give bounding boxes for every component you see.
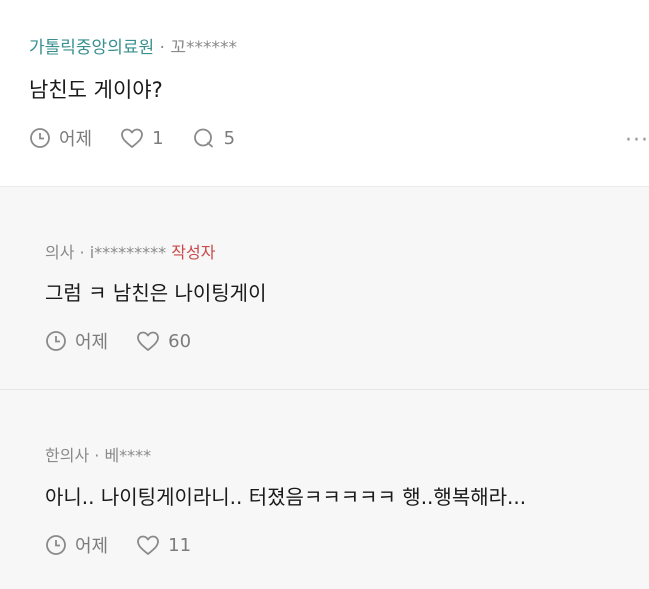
post-text: 남친도 게이야? — [29, 78, 163, 102]
more-options-button[interactable]: ··· — [625, 128, 649, 153]
heart-icon — [137, 331, 160, 351]
comment-like-button[interactable]: 60 — [136, 330, 191, 352]
comment-actions: 어제 60 — [45, 328, 219, 354]
comment-text: 그럼 ㅋ 남친은 나이팅게이 — [45, 281, 267, 305]
heart-icon — [137, 535, 160, 555]
post-company-link[interactable]: 가톨릭중앙의료원 — [29, 38, 154, 58]
clock-icon — [46, 535, 66, 555]
clock-icon — [30, 128, 50, 148]
post-like-count: 1 — [152, 127, 164, 149]
post-meta: 가톨릭중앙의료원 · 꼬****** — [29, 38, 237, 58]
post-comment-button[interactable]: 5 — [192, 127, 235, 149]
comment-author: i********* — [89, 243, 167, 262]
meta-separator: · — [94, 446, 100, 465]
comment-actions: 어제 11 — [45, 532, 219, 558]
meta-separator: · — [159, 38, 165, 58]
post-time-label: 어제 — [59, 129, 93, 150]
comment-like-count: 60 — [168, 330, 192, 352]
comment-time: 어제 — [45, 532, 108, 558]
post-author: 꼬****** — [170, 38, 237, 58]
comment-time-label: 어제 — [75, 536, 109, 557]
comment-time: 어제 — [45, 328, 108, 354]
comment: 한의사 · 베**** 아니.. 나이팅게이라니.. 터졌음ㅋㅋㅋㅋㅋ 행..행… — [0, 390, 649, 589]
meta-separator: · — [79, 243, 85, 262]
comment: 의사 · i********* 작성자 그럼 ㅋ 남친은 나이팅게이 어제 60 — [0, 187, 649, 390]
post-like-button[interactable]: 1 — [120, 127, 164, 149]
comment-company[interactable]: 한의사 — [45, 446, 89, 465]
writer-badge: 작성자 — [171, 243, 216, 262]
comment-time-label: 어제 — [75, 332, 109, 353]
comment-like-count: 11 — [168, 534, 192, 556]
comment-meta: 의사 · i********* 작성자 — [45, 243, 215, 263]
heart-icon — [121, 128, 144, 148]
comment-company[interactable]: 의사 — [45, 243, 74, 262]
comment-like-button[interactable]: 11 — [136, 534, 191, 556]
comment-meta: 한의사 · 베**** — [45, 446, 151, 466]
comment-author: 베**** — [104, 446, 152, 465]
post: 가톨릭중앙의료원 · 꼬****** 남친도 게이야? 어제 1 5 ··· — [0, 0, 649, 187]
post-time: 어제 — [29, 125, 92, 151]
comment-text: 아니.. 나이팅게이라니.. 터졌음ㅋㅋㅋㅋㅋ 행..행복해라... — [45, 485, 527, 509]
post-comment-count: 5 — [223, 127, 236, 149]
clock-icon — [46, 331, 66, 351]
comment-bubble-icon — [193, 128, 213, 148]
post-actions: 어제 1 5 — [29, 125, 263, 151]
